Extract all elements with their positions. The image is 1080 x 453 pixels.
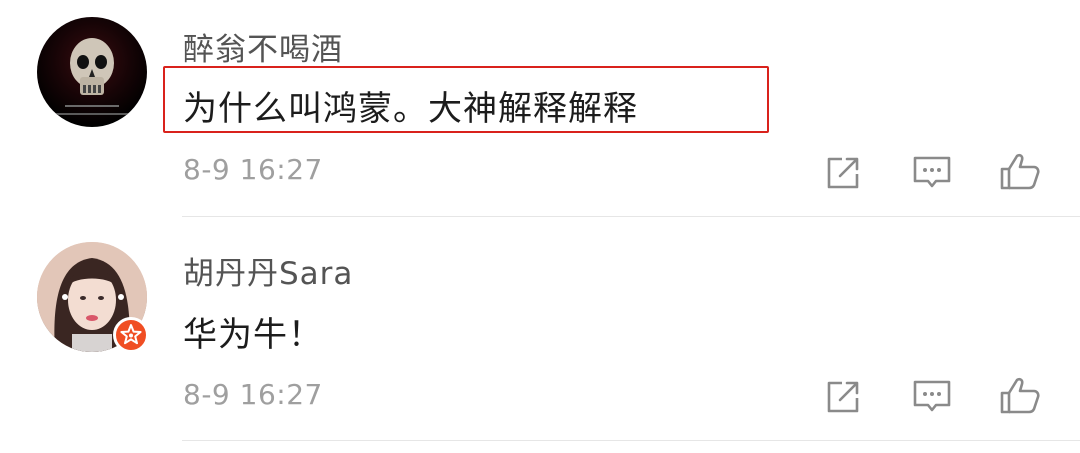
username[interactable]: 醉翁不喝酒 (183, 24, 343, 69)
comment-button[interactable] (910, 374, 954, 418)
share-icon (827, 381, 859, 413)
verified-badge (113, 317, 149, 353)
comment-icon (913, 156, 951, 188)
comment-item: 胡丹丹Sara 华为牛！ 8-9 16:27 (0, 218, 1080, 441)
skull-icon (45, 38, 139, 115)
divider (182, 216, 1080, 217)
like-button[interactable] (998, 374, 1042, 418)
share-button[interactable] (822, 374, 866, 418)
share-icon (827, 157, 859, 189)
action-bar (0, 374, 1080, 418)
action-bar (0, 150, 1080, 194)
share-button[interactable] (822, 150, 866, 194)
comment-text: 为什么叫鸿蒙。大神解释解释 (183, 89, 638, 129)
comment-icon (913, 380, 951, 412)
like-icon (1000, 153, 1040, 190)
like-icon (1000, 377, 1040, 414)
username[interactable]: 胡丹丹Sara (183, 248, 353, 293)
comment-text: 华为牛！ (183, 315, 323, 355)
star-icon (120, 324, 142, 345)
divider (182, 440, 1080, 441)
like-button[interactable] (998, 150, 1042, 194)
avatar[interactable] (37, 17, 147, 127)
comment-button[interactable] (910, 150, 954, 194)
comment-item: 醉翁不喝酒 为什么叫鸿蒙。大神解释解释 8-9 16:27 (0, 0, 1080, 218)
